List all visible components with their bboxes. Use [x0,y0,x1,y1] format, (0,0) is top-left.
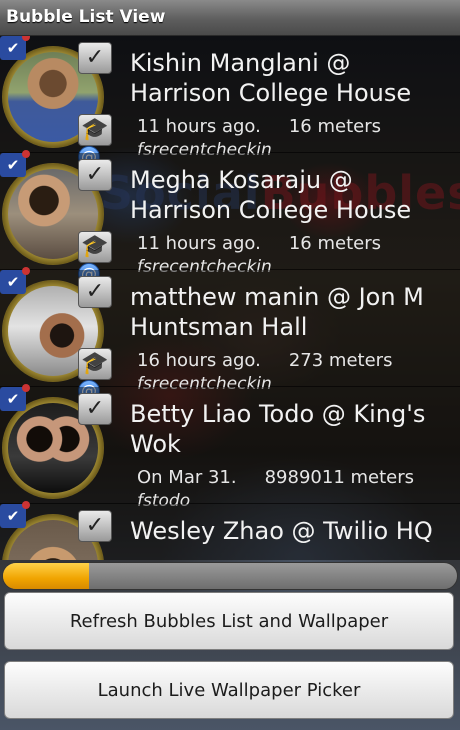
check-icon[interactable]: ✔ [0,384,30,411]
badge-stack: ✓ [78,510,112,546]
item-time: On Mar 31. [137,467,237,488]
item-distance: 16 meters [288,116,381,137]
item-title: Wesley Zhao @ Twilio HQ [130,517,433,545]
check-icon: ✓ [78,276,112,308]
item-meta: 11 hours ago. 16 meters [137,116,381,137]
item-title: Betty Liao Todo @ King's Wok [130,400,426,458]
item-time: 11 hours ago. [137,233,261,254]
grad-cap-icon: 🎓 [78,114,112,146]
check-icon: ✓ [78,42,112,74]
progress-fill [3,563,90,589]
item-distance: 16 meters [288,233,381,254]
check-icon[interactable]: ✔ [0,36,30,60]
badge-stack: ✓ 🎓 @ [78,42,112,168]
launch-wallpaper-picker-button[interactable]: Launch Live Wallpaper Picker [4,661,454,719]
list-item[interactable]: ✔ ✓ 🎓 @ matthew manin @ Jon M Huntsman H… [0,267,460,402]
list-item[interactable]: ✔ ✓ 🎓 @ Megha Kosaraju @ Harrison Colleg… [0,150,460,285]
bubble-list[interactable]: ✔ ✓ 🎓 @ Kishin Manglani @ Harrison Colle… [0,36,460,560]
item-title: matthew manin @ Jon M Huntsman Hall [130,283,424,341]
refresh-button[interactable]: Refresh Bubbles List and Wallpaper [4,592,454,650]
title-bar: Bubble List View [0,0,460,36]
item-time: 16 hours ago. [137,350,261,371]
list-item[interactable]: ✔ ✓ Betty Liao Todo @ King's Wok On Mar … [0,384,460,511]
list-item[interactable]: ✔ ✓ Wesley Zhao @ Twilio HQ [0,501,460,560]
item-meta: 11 hours ago. 16 meters [137,233,381,254]
badge-stack: ✓ 🎓 @ [78,159,112,285]
item-time: 11 hours ago. [137,116,261,137]
check-icon[interactable]: ✔ [0,267,30,294]
item-distance: 8989011 meters [264,467,415,488]
list-item[interactable]: ✔ ✓ 🎓 @ Kishin Manglani @ Harrison Colle… [0,36,460,168]
progress-bar [2,562,458,590]
badge-stack: ✓ [78,393,112,429]
item-title: Megha Kosaraju @ Harrison College House [130,166,412,224]
badge-stack: ✓ 🎓 @ [78,276,112,402]
check-icon[interactable]: ✔ [0,501,30,528]
grad-cap-icon: 🎓 [78,348,112,380]
grad-cap-icon: 🎓 [78,231,112,263]
check-icon: ✓ [78,159,112,191]
app-title: Bubble List View [6,7,166,27]
item-meta: On Mar 31. 8989011 meters [137,467,414,488]
check-icon[interactable]: ✔ [0,150,30,177]
item-distance: 273 meters [288,350,393,371]
item-title: Kishin Manglani @ Harrison College House [130,49,412,107]
check-icon: ✓ [78,510,112,542]
check-icon: ✓ [78,393,112,425]
item-meta: 16 hours ago. 273 meters [137,350,392,371]
